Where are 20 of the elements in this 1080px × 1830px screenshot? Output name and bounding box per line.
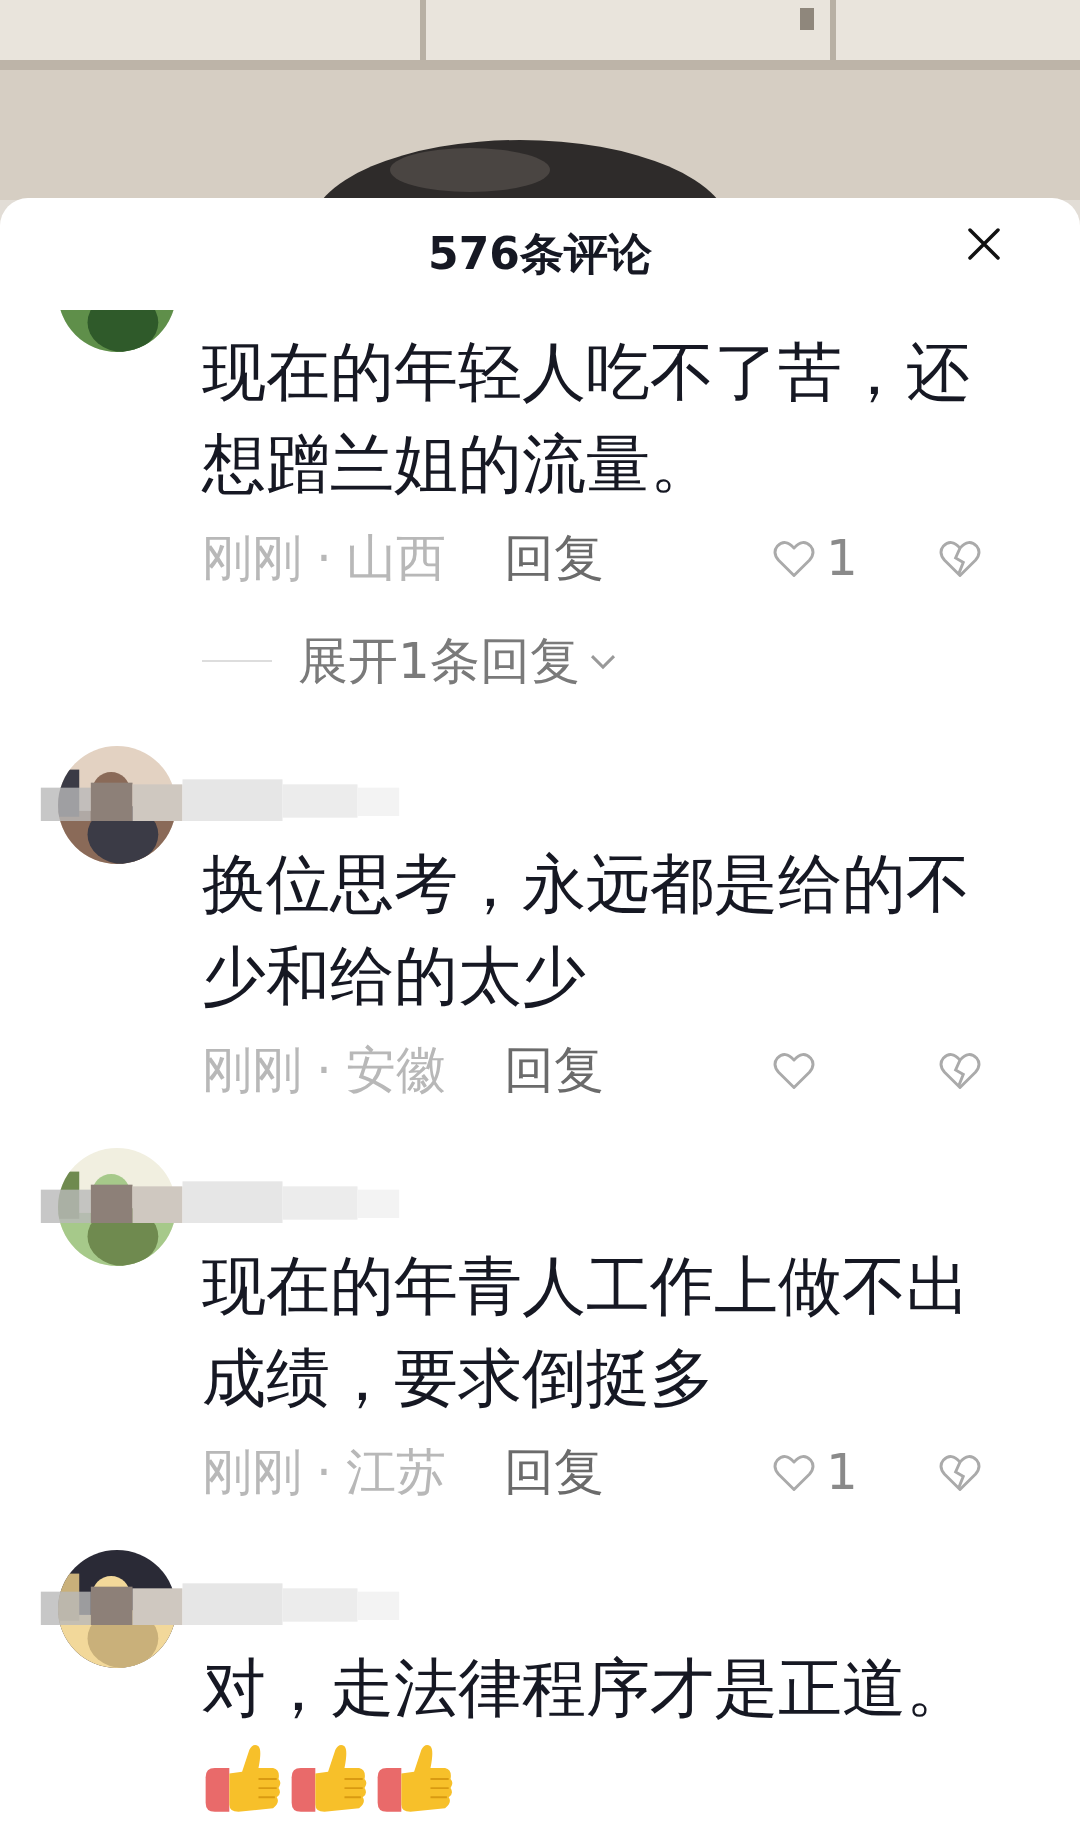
like-count: 1 [826,529,858,587]
expand-replies-link[interactable]: 展开1条回复 [298,627,580,695]
comment-location: 安徽 [345,1039,446,1101]
comment-text: 现在的年青人工作上做不出成绩，要求倒挺多 [202,1248,971,1417]
comment-location: 山西 [345,527,446,589]
reply-link[interactable]: 回复 [503,1438,604,1506]
comment-time: 刚刚 [202,1441,302,1503]
comment-text: 对，走法律程序才是正道。 [202,1650,971,1727]
reply-link[interactable]: 回复 [503,524,604,592]
comment-time: 刚刚 [202,1039,302,1101]
comment-count-title: 576条评论 [428,226,652,281]
comment-time: 刚刚 [202,527,302,589]
separator-dot: · [316,1041,332,1099]
separator-dot: · [316,1443,332,1501]
comment-text: 现在的年轻人吃不了苦，还想蹭兰姐的流量。 [202,334,971,503]
separator-dot: · [316,529,332,587]
comment-location: 江苏 [345,1441,446,1503]
comment-text: 换位思考，永远都是给的不少和给的太少 [202,846,971,1015]
like-count: 1 [826,1443,858,1501]
reply-link[interactable]: 回复 [503,1036,604,1104]
